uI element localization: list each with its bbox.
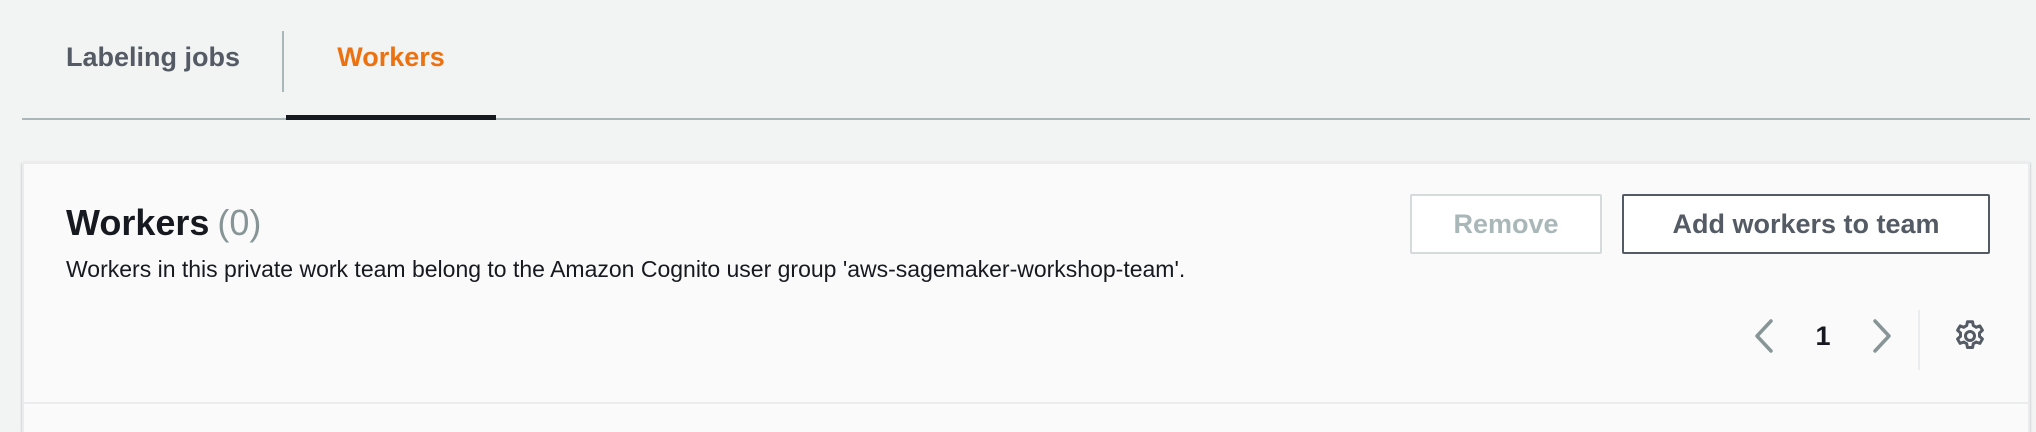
tab-label: Labeling jobs <box>65 41 240 72</box>
workers-panel: Workers (0) Workers in this private work … <box>22 162 2030 432</box>
chevron-left-icon <box>1755 319 1773 353</box>
remove-button[interactable]: Remove <box>1410 194 1602 254</box>
preferences-button[interactable] <box>1948 314 1992 358</box>
pagination-divider <box>1918 310 1920 370</box>
tab-labeling-jobs[interactable]: Labeling jobs <box>22 0 284 120</box>
gear-icon <box>1956 320 1984 350</box>
next-page-button[interactable] <box>1862 314 1902 358</box>
active-tab-indicator <box>286 115 496 120</box>
tab-label: Workers <box>337 41 445 72</box>
tab-bar: Labeling jobs Workers <box>22 0 2030 120</box>
panel-divider <box>24 402 2028 404</box>
current-page-number[interactable]: 1 <box>1802 314 1844 358</box>
panel-title-text: Workers <box>66 202 210 243</box>
tab-divider <box>282 31 284 92</box>
panel-title: Workers (0) <box>66 202 261 244</box>
add-workers-button[interactable]: Add workers to team <box>1622 194 1990 254</box>
tab-workers[interactable]: Workers <box>286 0 496 120</box>
worker-count: (0) <box>217 202 262 243</box>
panel-description: Workers in this private work team belong… <box>66 256 1186 282</box>
chevron-right-icon <box>1873 319 1891 353</box>
previous-page-button[interactable] <box>1744 314 1784 358</box>
